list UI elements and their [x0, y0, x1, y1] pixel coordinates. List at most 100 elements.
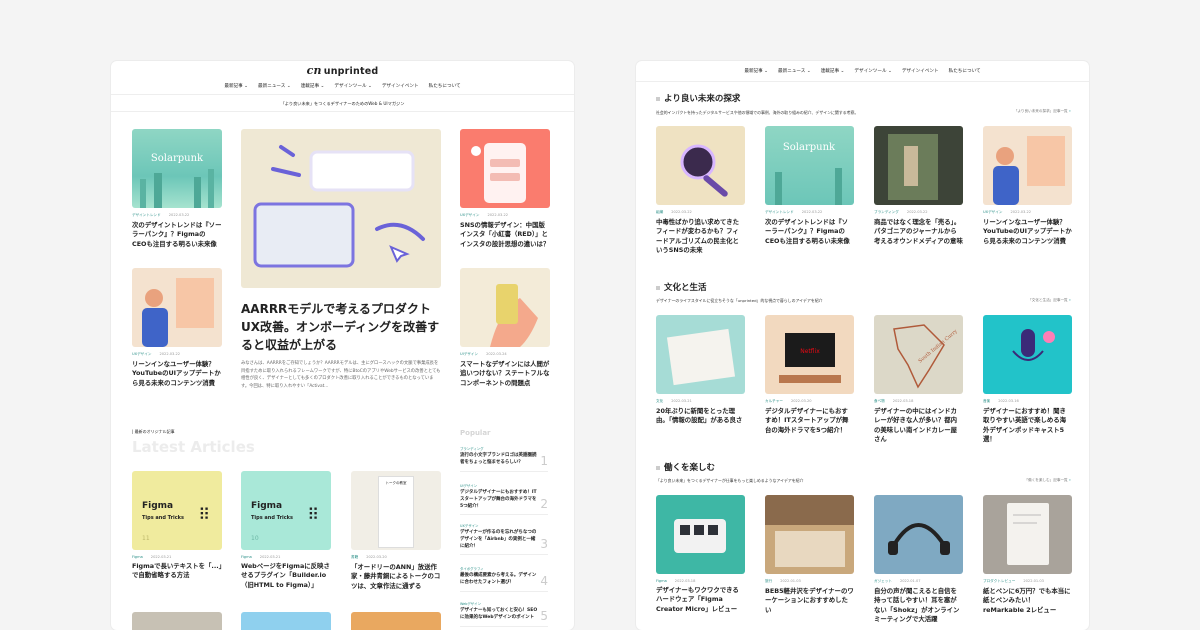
featured-thumbnail[interactable] — [241, 129, 441, 288]
latest-card[interactable]: Figma Tips and Tricks 10 ⠿ Figma 2022.03.… — [241, 471, 331, 590]
category-link[interactable]: Figma — [132, 555, 143, 559]
article-title[interactable]: デジタルデザイナーにもおすすめ！ITスタートアップが舞台の海外ドラマを5つ紹介！ — [765, 407, 854, 435]
article-thumbnail[interactable]: Solarpunk — [132, 129, 222, 208]
popular-title[interactable]: デザイナーが作るのを忘れがちなつのデザインを「Airbnb」の実例と一緒に紹介！ — [460, 530, 538, 550]
category-link[interactable]: 旅行 — [765, 579, 772, 583]
category-link[interactable]: UXデザイン — [983, 210, 1002, 214]
category-link[interactable]: UXデザイン — [460, 213, 479, 217]
popular-item[interactable]: UXデザインデザイナーが作るのを忘れがちなつのデザインを「Airbnb」の実例と… — [460, 523, 548, 556]
article-card[interactable]: UXデザイン 2022.03.22 リーンインなユーザー体験？YouTubeのUI… — [983, 126, 1072, 246]
latest-card[interactable]: Figma Tips and Tricks 11 ⠿ Figma 2022.03.… — [132, 471, 222, 581]
article-thumbnail[interactable]: Netflix — [765, 315, 854, 394]
article-thumbnail[interactable] — [983, 315, 1072, 394]
article-thumbnail[interactable] — [460, 129, 550, 208]
article-thumbnail[interactable] — [874, 126, 963, 205]
article-title[interactable]: 次のデザイントレンドは『ソーラーパンク』？Figmaの CEOも注目する明るい未… — [132, 221, 222, 249]
section-more-link[interactable]: 「働くを楽しむ」記事一覧 — [1025, 478, 1071, 483]
category-link[interactable]: 組織 — [656, 210, 663, 214]
article-card[interactable]: ガジェット 2022.01.07 自分の声が聞こえると自信を持って話しやすい！耳を… — [874, 495, 963, 624]
popular-title[interactable]: 最後の構成要素から考える。デザインに合わせたフォント選び！ — [460, 573, 538, 587]
category-link[interactable]: 書籍 — [351, 555, 358, 559]
article-title[interactable]: WebページをFigmaに反映させるプラグイン「Builder.io（旧HTML… — [241, 562, 331, 590]
article-title[interactable]: 紙とペンに6万円？でも本当に紙とペンみたい！reMarkable 2レビュー — [983, 587, 1072, 615]
featured-title[interactable]: AARRRモデルで考えるプロダクトUX改善。オンボーディングを改善すると収益が上… — [241, 300, 441, 354]
article-thumbnail[interactable] — [983, 126, 1072, 205]
section-more-link[interactable]: 「より良い未来の探求」記事一覧 — [1014, 109, 1071, 114]
article-thumbnail[interactable]: South Indian Curry — [874, 315, 963, 394]
article-card[interactable]: UIデザイン 2022.03.24 スマートなデザインには人間が追いつけない？ステ… — [460, 268, 550, 388]
nav-latest[interactable]: 最新記事 ⌄ — [224, 83, 248, 89]
article-title[interactable]: 商品ではなく理念を「売る」。パタゴニアのジャーナルから考えるオウンドメディアの意… — [874, 218, 963, 246]
article-title[interactable]: BEB5軽井沢をデザイナーのワーケーションにおすすめしたい — [765, 587, 854, 615]
category-link[interactable]: UIデザイン — [460, 352, 478, 356]
article-thumbnail[interactable] — [460, 268, 550, 347]
article-thumbnail[interactable]: Figma Tips and Tricks 10 ⠿ — [241, 471, 331, 550]
nav-about[interactable]: 私たちについて — [949, 68, 981, 74]
article-card[interactable]: UXデザイン 2022.03.22 リーンインなユーザー体験？YouTubeのUI… — [132, 268, 222, 388]
article-card[interactable]: Solarpunk デザイントレンド 2022.03.22 次のデザイントレンドは… — [132, 129, 222, 249]
nav-series[interactable]: 連載記事 ⌄ — [821, 68, 845, 74]
article-card[interactable]: 組織 2022.03.22 中毒性ばかり追い求めてきたフィードが変わるかも？フィー… — [656, 126, 745, 255]
nav-tools[interactable]: デザインツール ⌄ — [334, 83, 371, 89]
article-card[interactable]: Figma 2022.03.18 デザイナーもワクワクできるハードウェア「Figm… — [656, 495, 745, 614]
article-thumbnail[interactable] — [656, 126, 745, 205]
article-thumbnail[interactable] — [983, 495, 1072, 574]
article-thumbnail[interactable] — [132, 268, 222, 347]
article-title[interactable]: リーンインなユーザー体験？YouTubeのUIアップデートから見る未来のコンテン… — [983, 218, 1072, 246]
article-thumbnail[interactable] — [656, 315, 745, 394]
featured-article[interactable]: AARRRモデルで考えるプロダクトUX改善。オンボーディングを改善すると収益が上… — [241, 129, 441, 390]
category-link[interactable]: Figma — [656, 579, 667, 583]
popular-item[interactable]: ブランディング 流行の小文字ブランドロゴは英語圏読者をちょっと悩ませるらしい？ 1 — [460, 446, 548, 472]
article-card[interactable]: 音楽 2022.03.16 デザイナーにおすすめ！聞き取りやすい英語で楽しめる海外… — [983, 315, 1072, 444]
nav-news[interactable]: 最新ニュース ⌄ — [778, 68, 811, 74]
nav-news[interactable]: 最新ニュース ⌄ — [258, 83, 291, 89]
popular-item[interactable]: Webデザイン デザイナーも知っておくと安心！SEOに効果的なWebデザインのポイ… — [460, 601, 548, 627]
article-title[interactable]: 自分の声が聞こえると自信を持って話しやすい！耳を塞がない「Shokz」がオンライ… — [874, 587, 963, 624]
article-title[interactable]: デザイナーもワクワクできるハードウェア「Figma Creator Micro」… — [656, 586, 745, 614]
popular-category[interactable]: タイポグラフィ — [460, 566, 548, 571]
article-thumbnail[interactable]: Solarpunk — [765, 126, 854, 205]
article-thumbnail[interactable] — [241, 612, 331, 630]
article-title[interactable]: スマートなデザインには人間が追いつけない？ステートフルなコンポーネントの問題点 — [460, 360, 550, 388]
nav-events[interactable]: デザインイベント — [382, 83, 419, 89]
article-thumbnail[interactable] — [765, 495, 854, 574]
article-card[interactable]: UXデザイン 2022.03.22 SNSの情報デザイン：中国版インスタ「小紅書（… — [460, 129, 550, 249]
category-link[interactable]: 文化 — [656, 399, 663, 403]
article-thumbnail[interactable] — [351, 612, 441, 630]
nav-events[interactable]: デザインイベント — [902, 68, 939, 74]
category-link[interactable]: ブランディング — [874, 210, 899, 214]
article-title[interactable]: 次のデザイントレンドは『ソーラーパンク』？Figmaの CEOも注目する明るい未… — [765, 218, 854, 246]
nav-about[interactable]: 私たちについて — [429, 83, 461, 89]
article-card[interactable]: 文化 2022.03.21 20年ぶりに新聞をとった理由。「情報の設配」がある良さ — [656, 315, 745, 426]
section-more-link[interactable]: 「文化と生活」記事一覧 — [1028, 298, 1071, 303]
category-link[interactable]: Figma — [241, 555, 252, 559]
article-thumbnail[interactable]: Figma Tips and Tricks 11 ⠿ — [132, 471, 222, 550]
article-title[interactable]: 中毒性ばかり追い求めてきたフィードが変わるかも？フィードアルゴリズムの民主化とい… — [656, 218, 745, 255]
article-thumbnail[interactable] — [874, 495, 963, 574]
site-logo[interactable]: cn unprinted — [111, 64, 574, 77]
category-link[interactable]: 音楽 — [983, 399, 990, 403]
category-link[interactable]: デザイントレンド — [765, 210, 794, 214]
article-card[interactable]: Netflix カルチャー 2022.03.20 デジタルデザイナーにもおすすめ！… — [765, 315, 854, 435]
article-title[interactable]: SNSの情報デザイン：中国版インスタ「小紅書（RED）」とインスタの設計思想の違… — [460, 221, 550, 249]
category-link[interactable]: ガジェット — [874, 579, 892, 583]
category-link[interactable]: デザイントレンド — [132, 213, 161, 217]
article-card[interactable]: South Indian Curry 食べ物 2022.03.18 デザイナーの中… — [874, 315, 963, 444]
article-thumbnail[interactable]: トークの教室 — [351, 471, 441, 550]
article-title[interactable]: リーンインなユーザー体験？YouTubeのUIアップデートから見る未来のコンテン… — [132, 360, 222, 388]
category-link[interactable]: UXデザイン — [132, 352, 151, 356]
popular-title[interactable]: デザイナーも知っておくと安心！SEOに効果的なWebデザインのポイント — [460, 608, 538, 622]
article-card[interactable]: 旅行 2022.01.03 BEB5軽井沢をデザイナーのワーケーションにおすすめし… — [765, 495, 854, 615]
popular-category[interactable]: UIデザイン — [460, 483, 548, 488]
popular-title[interactable]: 流行の小文字ブランドロゴは英語圏読者をちょっと悩ませるらしい？ — [460, 453, 538, 467]
article-title[interactable]: デザイナーにおすすめ！聞き取りやすい英語で楽しめる海外デザインポッドキャスト5選… — [983, 407, 1072, 444]
category-link[interactable]: プロダクトレビュー — [983, 579, 1015, 583]
article-title[interactable]: 20年ぶりに新聞をとった理由。「情報の設配」がある良さ — [656, 407, 745, 426]
popular-category[interactable]: UXデザイン — [460, 523, 548, 528]
popular-item[interactable]: タイポグラフィ 最後の構成要素から考える。デザインに合わせたフォント選び！ 4 — [460, 566, 548, 592]
nav-tools[interactable]: デザインツール ⌄ — [854, 68, 891, 74]
nav-latest[interactable]: 最新記事 ⌄ — [744, 68, 768, 74]
popular-item[interactable]: UIデザイン デジタルデザイナーにもおすすめ！ITスタートアップが舞台の海外ドラマ… — [460, 483, 548, 516]
article-title[interactable]: デザイナーの中にはインドカレーが好きな人が多い？都内の美味しい南インドカレー屋さ… — [874, 407, 963, 444]
popular-category[interactable]: ブランディング — [460, 446, 548, 451]
